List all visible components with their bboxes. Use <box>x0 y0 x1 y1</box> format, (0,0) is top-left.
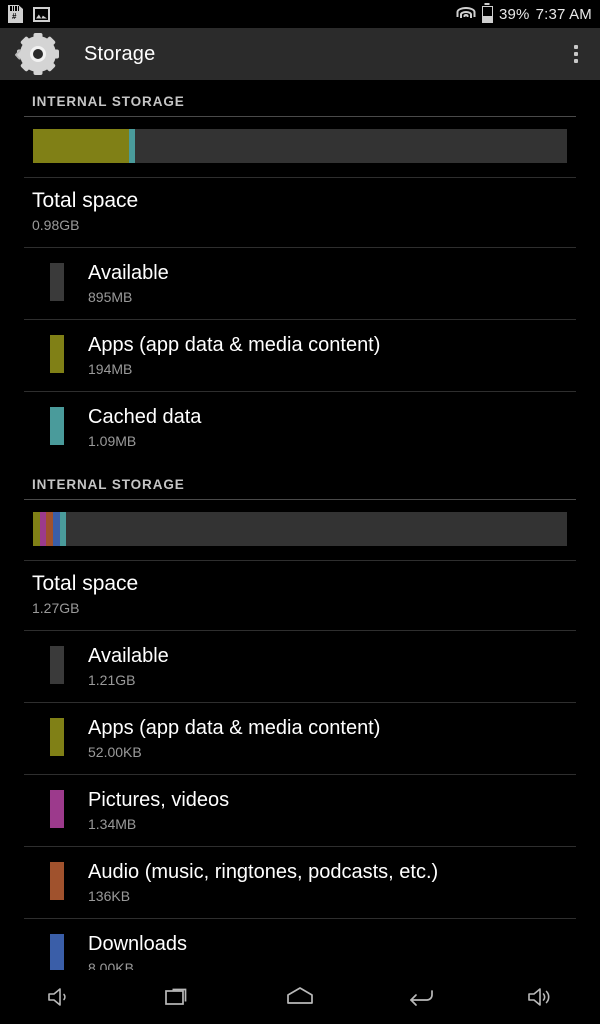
storage-item-text: Apps (app data & media content) 194MB <box>88 332 380 379</box>
storage-item-pictures[interactable]: Pictures, videos 1.34MB <box>0 775 600 846</box>
settings-gear-icon <box>16 32 60 76</box>
action-bar: ‹ Storage <box>0 28 600 80</box>
storage-item-audio[interactable]: Audio (music, ringtones, podcasts, etc.)… <box>0 847 600 918</box>
storage-section: INTERNAL STORAGE Total space 1.27GB Availab… <box>0 463 600 1024</box>
storage-item-text: Apps (app data & media content) 52.00KB <box>88 715 380 762</box>
total-space-value: 0.98GB <box>32 217 80 233</box>
volume-down-icon[interactable] <box>25 975 95 1019</box>
overflow-menu-icon[interactable] <box>574 45 578 63</box>
storage-item-label: Apps (app data & media content) <box>88 717 381 739</box>
navigation-bar <box>0 970 600 1024</box>
storage-item-label: Cached data <box>88 406 202 428</box>
storage-item-cached[interactable]: Cached data 1.09MB <box>0 392 600 463</box>
back-icon[interactable] <box>385 975 455 1019</box>
storage-item-available[interactable]: Available 1.21GB <box>0 631 600 702</box>
status-bar: # 39% 7:37 AM <box>0 0 600 28</box>
bar-segment-apps <box>33 129 130 163</box>
sd-card-icon: # <box>8 5 23 23</box>
storage-item-value: 1.21GB <box>88 672 136 688</box>
color-swatch-icon <box>50 263 64 301</box>
total-space-value: 1.27GB <box>32 600 80 616</box>
bar-segment-downloads <box>52 512 60 546</box>
android-storage-screen: # 39% 7:37 AM ‹ Storage INTERNAL STORAGE… <box>0 0 600 1024</box>
image-icon <box>33 6 50 22</box>
storage-item-label: Available <box>88 645 169 667</box>
total-space-label: Total space <box>32 572 139 595</box>
recents-icon[interactable] <box>145 975 215 1019</box>
color-swatch-icon <box>50 407 64 445</box>
total-space-row: Total space 0.98GB <box>0 178 600 247</box>
home-icon[interactable] <box>265 975 335 1019</box>
status-bar-right-icons: 39% 7:37 AM <box>456 5 592 23</box>
storage-usage-bar <box>33 129 567 163</box>
storage-bar-container <box>0 500 600 560</box>
storage-usage-bar <box>33 512 567 546</box>
storage-item-value: 895MB <box>88 289 133 305</box>
storage-list: INTERNAL STORAGE Total space 0.98GB Availab… <box>0 80 600 1024</box>
storage-item-text: Pictures, videos 1.34MB <box>88 787 229 834</box>
storage-item-value: 136KB <box>88 888 131 904</box>
wifi-icon <box>456 7 476 21</box>
storage-item-value: 52.00KB <box>88 744 142 760</box>
color-swatch-icon <box>50 934 64 972</box>
storage-item-apps[interactable]: Apps (app data & media content) 194MB <box>0 320 600 391</box>
section-header: INTERNAL STORAGE <box>32 94 185 109</box>
color-swatch-icon <box>50 335 64 373</box>
color-swatch-icon <box>50 646 64 684</box>
up-navigation-button[interactable]: ‹ <box>14 32 76 76</box>
storage-item-label: Downloads <box>88 933 187 955</box>
storage-item-text: Audio (music, ringtones, podcasts, etc.)… <box>88 859 438 906</box>
storage-item-label: Available <box>88 262 169 284</box>
storage-item-label: Apps (app data & media content) <box>88 334 381 356</box>
total-space-row: Total space 1.27GB <box>0 561 600 630</box>
back-chevron-icon: ‹ <box>14 40 22 67</box>
color-swatch-icon <box>50 790 64 828</box>
section-header: INTERNAL STORAGE <box>32 477 185 492</box>
bar-segment-cached <box>59 512 66 546</box>
storage-item-apps[interactable]: Apps (app data & media content) 52.00KB <box>0 703 600 774</box>
storage-item-text: Available 1.21GB <box>88 643 169 690</box>
battery-icon <box>481 5 493 23</box>
storage-item-label: Audio (music, ringtones, podcasts, etc.) <box>88 861 439 883</box>
color-swatch-icon <box>50 718 64 756</box>
total-space-label: Total space <box>32 189 139 212</box>
volume-up-icon[interactable] <box>505 975 575 1019</box>
page-title: Storage <box>84 42 156 65</box>
storage-item-label: Pictures, videos <box>88 789 230 811</box>
clock-label: 7:37 AM <box>535 5 592 23</box>
storage-item-value: 1.34MB <box>88 816 137 832</box>
color-swatch-icon <box>50 862 64 900</box>
bar-segment-cached <box>129 129 135 163</box>
storage-item-text: Available 895MB <box>88 260 169 307</box>
storage-item-text: Cached data 1.09MB <box>88 404 201 451</box>
status-bar-left-icons: # <box>8 5 50 23</box>
bar-segment-apps <box>33 512 40 546</box>
storage-bar-container <box>0 117 600 177</box>
storage-item-value: 1.09MB <box>88 433 137 449</box>
battery-percent-label: 39% <box>498 5 530 23</box>
bar-segment-audio <box>45 512 53 546</box>
storage-section: INTERNAL STORAGE Total space 0.98GB Availab… <box>0 80 600 463</box>
storage-item-available[interactable]: Available 895MB <box>0 248 600 319</box>
storage-item-value: 194MB <box>88 361 133 377</box>
